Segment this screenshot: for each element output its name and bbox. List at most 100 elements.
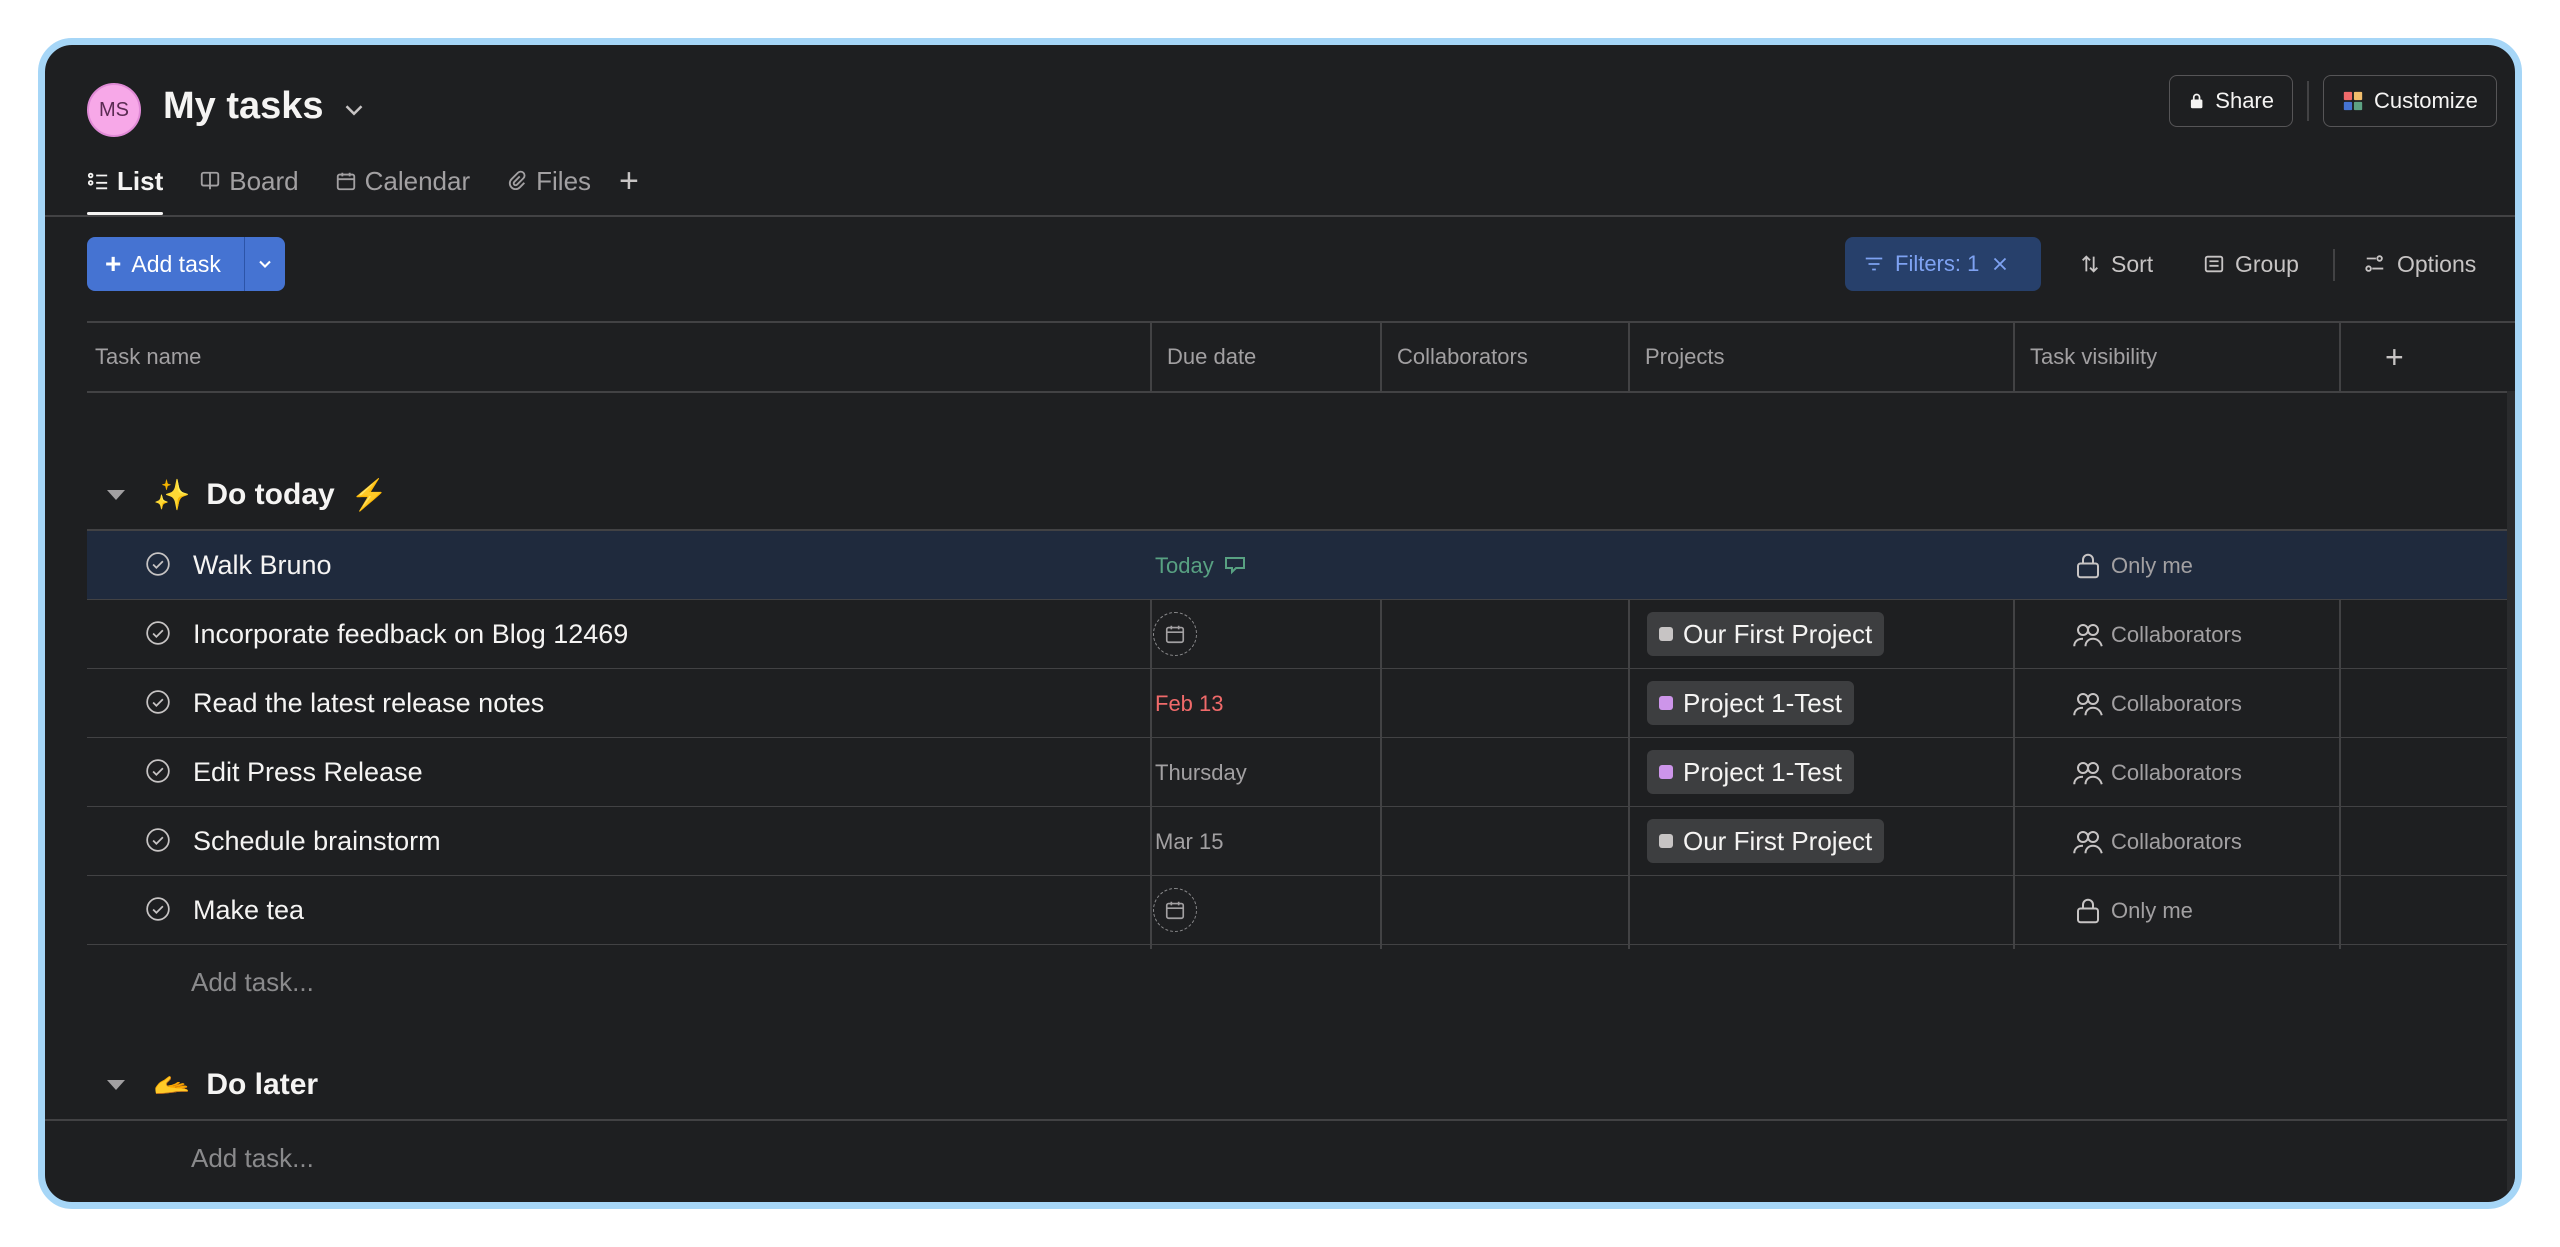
filters-label: Filters: 1 bbox=[1895, 251, 1980, 276]
due-date-placeholder[interactable] bbox=[1153, 612, 1197, 656]
check-circle-icon[interactable] bbox=[145, 551, 171, 577]
chevron-down-icon bbox=[259, 260, 271, 268]
tab-list-label: List bbox=[117, 165, 164, 196]
view-tabs: List Board Calendar Files + bbox=[87, 157, 639, 215]
task-name[interactable]: Incorporate feedback on Blog 12469 bbox=[193, 600, 628, 669]
task-name[interactable]: Walk Bruno bbox=[193, 531, 332, 600]
collapse-triangle-icon[interactable] bbox=[107, 490, 125, 500]
add-task-label: Add task bbox=[131, 250, 221, 277]
add-task-button[interactable]: + Add task bbox=[87, 237, 285, 291]
add-column-button[interactable]: + bbox=[2377, 323, 2437, 391]
project-name: Our First Project bbox=[1683, 825, 1873, 856]
due-date[interactable]: Mar 15 bbox=[1155, 807, 1223, 876]
lock-icon bbox=[2190, 93, 2203, 109]
calendar-icon bbox=[1165, 901, 1185, 920]
task-row[interactable]: Read the latest release notes Feb 13 Pro… bbox=[87, 669, 2515, 738]
customize-button[interactable]: Customize bbox=[2323, 75, 2497, 127]
filters-button[interactable]: Filters: 1 bbox=[1845, 237, 2041, 291]
due-date[interactable]: Thursday bbox=[1155, 738, 1247, 807]
task-visibility[interactable]: Only me bbox=[2073, 876, 2193, 945]
divider bbox=[45, 215, 2515, 217]
check-circle-icon[interactable] bbox=[145, 896, 171, 922]
lock-outline-icon bbox=[2077, 898, 2099, 923]
sort-label: Sort bbox=[2111, 250, 2154, 277]
section-title: Do later bbox=[206, 1068, 319, 1101]
add-task-main[interactable]: + Add task bbox=[87, 237, 244, 291]
scrollbar[interactable] bbox=[2507, 391, 2515, 1191]
header-divider bbox=[2307, 81, 2309, 121]
check-circle-icon[interactable] bbox=[145, 689, 171, 715]
task-row[interactable]: Incorporate feedback on Blog 12469 Our F… bbox=[87, 600, 2515, 669]
section-header-do-later[interactable]: 🫴 Do later bbox=[87, 1053, 318, 1117]
project-pill[interactable]: Our First Project bbox=[1647, 819, 1885, 863]
plus-icon: + bbox=[105, 248, 122, 279]
column-divider bbox=[1628, 323, 1630, 391]
chevron-down-icon[interactable] bbox=[339, 95, 369, 125]
project-color-dot bbox=[1659, 696, 1673, 710]
paperclip-icon bbox=[509, 170, 526, 190]
due-date-text: Today bbox=[1155, 552, 1214, 578]
calendar-icon bbox=[1165, 625, 1185, 644]
collaborators-icon bbox=[2073, 623, 2103, 647]
avatar[interactable]: MS bbox=[87, 83, 141, 137]
project-color-dot bbox=[1659, 834, 1673, 848]
tab-files[interactable]: Files bbox=[506, 157, 591, 205]
task-visibility[interactable]: Only me bbox=[2073, 531, 2193, 600]
collapse-triangle-icon[interactable] bbox=[107, 1080, 125, 1090]
due-date[interactable]: Today bbox=[1155, 531, 1250, 600]
task-visibility[interactable]: Collaborators bbox=[2073, 807, 2242, 876]
task-name[interactable]: Schedule brainstorm bbox=[193, 807, 441, 876]
board-icon bbox=[201, 171, 220, 190]
tab-calendar[interactable]: Calendar bbox=[335, 157, 471, 205]
check-circle-icon[interactable] bbox=[145, 620, 171, 646]
filter-icon bbox=[1865, 257, 1883, 271]
add-tab-button[interactable]: + bbox=[619, 157, 639, 205]
visibility-text: Collaborators bbox=[2111, 690, 2242, 716]
task-visibility[interactable]: Collaborators bbox=[2073, 669, 2242, 738]
task-row[interactable]: Make tea Only me bbox=[87, 876, 2515, 945]
task-visibility[interactable]: Collaborators bbox=[2073, 600, 2242, 669]
task-row[interactable]: Edit Press Release Thursday Project 1-Te… bbox=[87, 738, 2515, 807]
column-header-collaborators[interactable]: Collaborators bbox=[1380, 323, 1628, 391]
app-window: MS My tasks Share Customize List Board C… bbox=[38, 38, 2522, 1209]
due-date[interactable]: Feb 13 bbox=[1155, 669, 1224, 738]
customize-label: Customize bbox=[2374, 88, 2478, 113]
close-icon[interactable] bbox=[1989, 253, 2011, 275]
column-header-task-visibility[interactable]: Task visibility bbox=[2013, 323, 2339, 391]
tab-list[interactable]: List bbox=[87, 157, 164, 215]
project-color-dot bbox=[1659, 765, 1673, 779]
task-visibility[interactable]: Collaborators bbox=[2073, 738, 2242, 807]
page-title: My tasks bbox=[163, 85, 324, 127]
due-date-text: Mar 15 bbox=[1155, 828, 1224, 854]
group-button[interactable]: Group bbox=[2203, 237, 2299, 291]
tab-board-label: Board bbox=[229, 165, 299, 196]
task-name[interactable]: Read the latest release notes bbox=[193, 669, 544, 738]
collaborators-icon bbox=[2073, 761, 2103, 785]
column-header-due-date[interactable]: Due date bbox=[1150, 323, 1380, 391]
add-task-inline[interactable]: Add task... bbox=[191, 1125, 314, 1191]
section-header-do-today[interactable]: ✨ Do today ⚡ bbox=[87, 463, 388, 527]
check-circle-icon[interactable] bbox=[145, 827, 171, 853]
add-task-dropdown[interactable] bbox=[244, 237, 285, 291]
task-name[interactable]: Make tea bbox=[193, 876, 304, 945]
task-row[interactable]: Schedule brainstorm Mar 15 Our First Pro… bbox=[87, 807, 2515, 876]
column-header-task-name[interactable]: Task name bbox=[87, 323, 1150, 391]
sort-button[interactable]: Sort bbox=[2079, 237, 2153, 291]
tab-calendar-label: Calendar bbox=[364, 165, 471, 196]
task-row[interactable]: Walk Bruno Today Only me bbox=[87, 531, 2515, 600]
visibility-text: Collaborators bbox=[2111, 621, 2242, 647]
table-header-border bbox=[87, 391, 2515, 393]
add-task-inline[interactable]: Add task... bbox=[191, 949, 314, 1015]
table-header: Task name Due date Collaborators Project… bbox=[87, 323, 2515, 391]
tab-board[interactable]: Board bbox=[199, 157, 299, 205]
options-button[interactable]: Options bbox=[2363, 237, 2476, 291]
due-date-placeholder[interactable] bbox=[1153, 888, 1197, 932]
task-name[interactable]: Edit Press Release bbox=[193, 738, 423, 807]
share-button[interactable]: Share bbox=[2169, 75, 2293, 127]
project-pill[interactable]: Project 1-Test bbox=[1647, 750, 1854, 794]
collaborators-icon bbox=[2073, 830, 2103, 854]
project-pill[interactable]: Our First Project bbox=[1647, 612, 1885, 656]
project-pill[interactable]: Project 1-Test bbox=[1647, 681, 1854, 725]
column-header-projects[interactable]: Projects bbox=[1628, 323, 2013, 391]
check-circle-icon[interactable] bbox=[145, 758, 171, 784]
